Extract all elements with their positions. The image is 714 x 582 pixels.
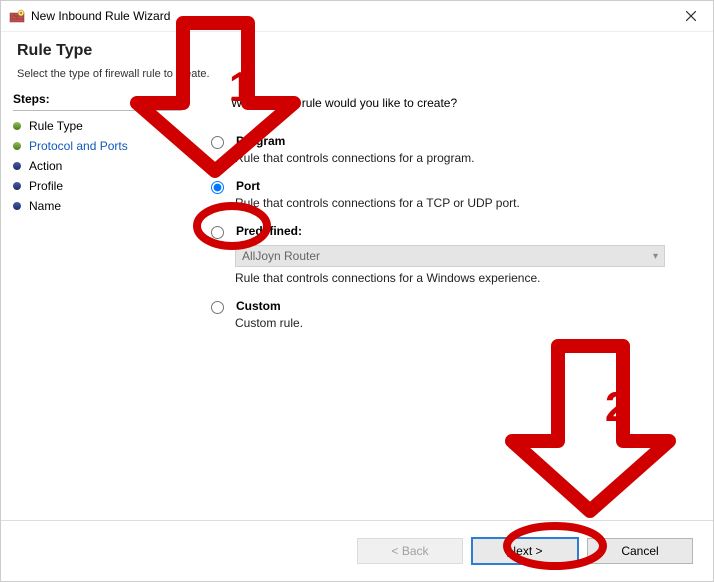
chevron-down-icon: ▾ [653,251,658,262]
rule-type-question: What type of rule would you like to crea… [231,96,693,110]
radio-program[interactable] [211,136,224,149]
steps-sidebar: Steps: Rule Type Protocol and Ports Acti… [1,92,191,524]
wizard-window: New Inbound Rule Wizard Rule Type Select… [0,0,714,582]
next-rest: ext > [516,544,542,558]
step-rule-type[interactable]: Rule Type [13,119,190,133]
page-header: Rule Type Select the type of firewall ru… [1,32,713,84]
steps-heading: Steps: [13,92,182,111]
dropdown-value: AllJoyn Router [242,249,320,263]
bullet-icon [13,182,21,190]
next-accel: N [507,544,516,558]
radio-custom[interactable] [211,301,224,314]
radio-predefined[interactable] [211,226,224,239]
titlebar: New Inbound Rule Wizard [1,1,713,32]
page-title: Rule Type [17,42,697,60]
close-icon [686,11,696,21]
radio-label-custom: Custom [236,299,281,313]
radio-label-port: Port [236,179,260,193]
option-program[interactable]: Program [211,134,693,149]
close-button[interactable] [668,1,713,31]
predefined-dropdown[interactable]: AllJoyn Router ▾ [235,245,665,267]
bullet-icon [13,142,21,150]
step-profile[interactable]: Profile [13,179,190,193]
option-custom[interactable]: Custom [211,299,693,314]
option-port[interactable]: Port [211,179,693,194]
bullet-icon [13,122,21,130]
cancel-button[interactable]: Cancel [587,538,693,564]
back-button: < Back [357,538,463,564]
radio-label-program: Program [236,134,285,148]
main-panel: What type of rule would you like to crea… [191,92,713,524]
page-subtitle: Select the type of firewall rule to crea… [17,68,697,80]
wizard-body: Steps: Rule Type Protocol and Ports Acti… [1,92,713,524]
desc-program: Rule that controls connections for a pro… [235,151,693,165]
next-button[interactable]: Next > [471,537,579,565]
desc-predefined: Rule that controls connections for a Win… [235,271,693,285]
option-predefined[interactable]: Predefined: [211,224,693,239]
firewall-icon [9,8,25,24]
bullet-icon [13,202,21,210]
window-title: New Inbound Rule Wizard [31,9,170,23]
radio-port[interactable] [211,181,224,194]
step-label: Name [29,199,61,213]
step-label: Profile [29,179,63,193]
radio-label-predefined: Predefined: [236,224,302,238]
step-name[interactable]: Name [13,199,190,213]
step-protocol-and-ports[interactable]: Protocol and Ports [13,139,190,153]
step-label: Action [29,159,62,173]
step-label: Protocol and Ports [29,139,128,153]
desc-port: Rule that controls connections for a TCP… [235,196,693,210]
step-label: Rule Type [29,119,83,133]
desc-custom: Custom rule. [235,316,693,330]
bullet-icon [13,162,21,170]
step-action[interactable]: Action [13,159,190,173]
wizard-footer: < Back Next > Cancel [1,520,713,581]
